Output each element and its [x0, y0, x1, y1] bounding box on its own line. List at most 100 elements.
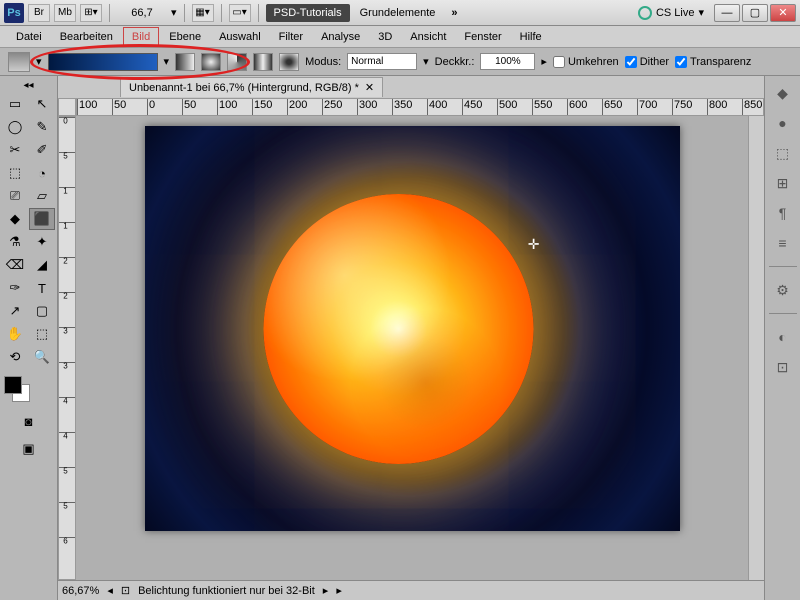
ruler-vertical[interactable]: 0511223344556 — [58, 116, 76, 580]
status-menu-icon[interactable]: ▸ — [336, 584, 342, 597]
tool-2[interactable]: ◯ — [2, 116, 28, 138]
gradient-reflected-button[interactable] — [253, 53, 273, 71]
tool-12[interactable]: ⚗ — [2, 231, 28, 253]
status-bar: 66,67% ◂ ⊡ Belichtung funktioniert nur b… — [58, 580, 764, 600]
workspace-tab[interactable]: Grundelemente — [354, 4, 442, 22]
tool-11[interactable]: ⬛ — [29, 208, 55, 230]
menu-ebene[interactable]: Ebene — [161, 28, 209, 46]
document-tabs: Unbenannt-1 bei 66,7% (Hintergrund, RGB/… — [58, 76, 764, 98]
tool-8[interactable]: ⎚ — [2, 185, 28, 207]
document-tab[interactable]: Unbenannt-1 bei 66,7% (Hintergrund, RGB/… — [120, 77, 383, 97]
bridge-button[interactable]: Br — [28, 4, 50, 22]
panel-icon-3[interactable]: ⊞ — [772, 172, 794, 194]
color-swatches[interactable] — [2, 374, 55, 404]
tool-16[interactable]: ✑ — [2, 277, 28, 299]
tool-18[interactable]: ↗ — [2, 300, 28, 322]
screenmode-button[interactable]: ▣ — [16, 438, 42, 460]
status-nav-next-icon[interactable]: ▸ — [323, 584, 329, 597]
screen-mode-button[interactable]: ▭▾ — [229, 4, 251, 22]
status-message: Belichtung funktioniert nur bei 32-Bit — [138, 585, 315, 597]
gradient-preview[interactable] — [48, 53, 158, 71]
panel-icon-0[interactable]: ◆ — [772, 82, 794, 104]
minibridge-button[interactable]: Mb — [54, 4, 76, 22]
app-logo: Ps — [4, 3, 24, 23]
tool-22[interactable]: ⟲ — [2, 346, 28, 368]
tool-preset-picker[interactable] — [8, 52, 30, 72]
panel-icon-8[interactable]: ⊡ — [772, 356, 794, 378]
title-bar: Ps Br Mb ⊞▾ 66,7 ▾ ▦▾ ▭▾ PSD-Tutorials G… — [0, 0, 800, 26]
tool-9[interactable]: ▱ — [29, 185, 55, 207]
menu-analyse[interactable]: Analyse — [313, 28, 368, 46]
tool-23[interactable]: 🔍 — [29, 346, 55, 368]
opacity-label: Deckkr.: — [435, 56, 475, 68]
tool-19[interactable]: ▢ — [29, 300, 55, 322]
menu-auswahl[interactable]: Auswahl — [211, 28, 269, 46]
mode-select[interactable] — [347, 53, 417, 70]
chevron-down-icon: ▾ — [698, 6, 704, 19]
menu-datei[interactable]: Datei — [8, 28, 50, 46]
tool-6[interactable]: ⬚ — [2, 162, 28, 184]
maximize-button[interactable]: ▢ — [742, 4, 768, 22]
gradient-linear-button[interactable] — [175, 53, 195, 71]
canvas-viewport[interactable]: ✛ — [76, 116, 748, 580]
menu-filter[interactable]: Filter — [271, 28, 311, 46]
gradient-radial-button[interactable] — [201, 53, 221, 71]
view-extras-button[interactable]: ⊞▾ — [80, 4, 102, 22]
tool-7[interactable]: ◔ — [29, 162, 55, 184]
menu-bild[interactable]: Bild — [123, 27, 159, 47]
menu-fenster[interactable]: Fenster — [456, 28, 509, 46]
close-icon[interactable]: ✕ — [365, 81, 374, 94]
reverse-checkbox[interactable]: Umkehren — [553, 56, 619, 68]
tool-10[interactable]: ◆ — [2, 208, 28, 230]
tool-17[interactable]: T — [29, 277, 55, 299]
panel-icon-4[interactable]: ¶ — [772, 202, 794, 224]
chevron-down-icon[interactable]: ▾ — [36, 55, 42, 68]
tool-20[interactable]: ✋ — [2, 323, 28, 345]
gradient-diamond-button[interactable] — [279, 53, 299, 71]
cs-live[interactable]: CS Live ▾ — [638, 6, 704, 20]
zoom-dropdown-icon[interactable]: ▾ — [171, 6, 177, 19]
minimize-button[interactable]: — — [714, 4, 740, 22]
menu-bearbeiten[interactable]: Bearbeiten — [52, 28, 121, 46]
tool-3[interactable]: ✎ — [29, 116, 55, 138]
tool-4[interactable]: ✂ — [2, 139, 28, 161]
scrollbar-vertical[interactable] — [748, 116, 764, 580]
dither-checkbox[interactable]: Dither — [625, 56, 669, 68]
panel-icon-2[interactable]: ⬚ — [772, 142, 794, 164]
ruler-horizontal[interactable]: 1005005010015020025030035040045050055060… — [76, 98, 764, 116]
view-mode-button[interactable]: ▦▾ — [192, 4, 214, 22]
toolbox: ◂◂ ▭↖◯✎✂✐⬚◔⎚▱◆⬛⚗✦⌫◢✑T↗▢✋⬚⟲🔍 ◙ ▣ — [0, 76, 58, 600]
tool-5[interactable]: ✐ — [29, 139, 55, 161]
panel-icon-6[interactable]: ⚙ — [772, 279, 794, 301]
menu-hilfe[interactable]: Hilfe — [512, 28, 550, 46]
tool-14[interactable]: ⌫ — [2, 254, 28, 276]
workspace-tab-active[interactable]: PSD-Tutorials — [266, 4, 350, 22]
tool-1[interactable]: ↖ — [29, 93, 55, 115]
panel-icon-5[interactable]: ≡ — [772, 232, 794, 254]
workspace-more-icon[interactable]: » — [445, 7, 463, 19]
status-nav-prev-icon[interactable]: ◂ — [107, 584, 113, 597]
cs-live-icon — [638, 6, 652, 20]
panel-icon-1[interactable]: ● — [772, 112, 794, 134]
toolbox-collapse-icon[interactable]: ◂◂ — [2, 78, 55, 93]
chevron-right-icon[interactable]: ▸ — [541, 55, 547, 68]
transparency-checkbox[interactable]: Transparenz — [675, 56, 751, 68]
gradient-angle-button[interactable] — [227, 53, 247, 71]
status-zoom[interactable]: 66,67% — [62, 585, 99, 597]
zoom-level[interactable]: 66,7 — [117, 7, 167, 19]
menu-3d[interactable]: 3D — [370, 28, 400, 46]
chevron-down-icon[interactable]: ▾ — [423, 55, 429, 68]
foreground-swatch[interactable] — [4, 376, 22, 394]
panel-icon-7[interactable]: ◐ — [772, 326, 794, 348]
quickmask-button[interactable]: ◙ — [16, 410, 42, 432]
ruler-origin[interactable] — [58, 98, 76, 116]
menu-ansicht[interactable]: Ansicht — [402, 28, 454, 46]
tool-0[interactable]: ▭ — [2, 93, 28, 115]
artwork: ✛ — [145, 126, 680, 531]
tool-21[interactable]: ⬚ — [29, 323, 55, 345]
tool-13[interactable]: ✦ — [29, 231, 55, 253]
chevron-down-icon[interactable]: ▾ — [164, 55, 170, 68]
tool-15[interactable]: ◢ — [29, 254, 55, 276]
close-button[interactable]: ✕ — [770, 4, 796, 22]
opacity-input[interactable] — [480, 53, 535, 70]
